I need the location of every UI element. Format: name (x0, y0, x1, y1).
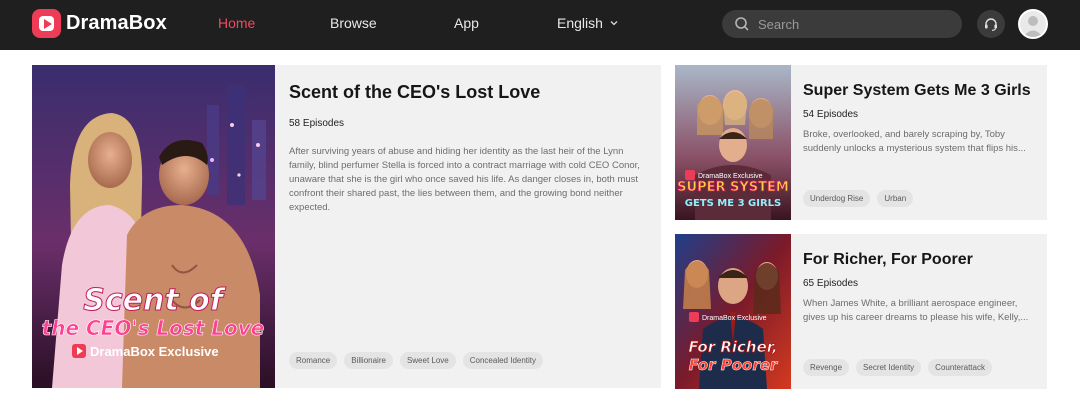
tag-concealed-identity[interactable]: Concealed Identity (462, 352, 544, 369)
brand-name: DramaBox (66, 12, 167, 34)
tag-secret-identity[interactable]: Secret Identity (856, 359, 922, 376)
drama-title[interactable]: Super System Gets Me 3 Girls (803, 82, 1031, 100)
drama-poster[interactable]: DramaBox Exclusive SUPER SYSTEM GETS ME … (675, 65, 791, 220)
tag-list: Underdog Rise Urban (803, 190, 920, 207)
poster-title-line1: SUPER SYSTEM (677, 180, 789, 195)
brand-logo[interactable]: DramaBox (32, 9, 167, 38)
drama-title[interactable]: Scent of the CEO's Lost Love (289, 82, 540, 103)
poster-title-line1: For Richer, (688, 338, 777, 356)
poster-title-line2: GETS ME 3 GIRLS (685, 198, 781, 209)
tag-list: Romance Billionaire Sweet Love Concealed… (289, 352, 550, 369)
episode-count: 58 Episodes (289, 118, 345, 129)
chevron-down-icon (610, 21, 618, 26)
top-navigation-bar: DramaBox Home Browse App English (0, 0, 1080, 50)
drama-description: Broke, overlooked, and barely scraping b… (803, 129, 1026, 154)
featured-poster[interactable]: Scent of the CEO's Lost Love DramaBox Ex… (32, 65, 275, 388)
tag-counterattack[interactable]: Counterattack (928, 359, 992, 376)
drama-description: After surviving years of abuse and hidin… (289, 146, 640, 213)
tag-list: Revenge Secret Identity Counterattack (803, 359, 999, 376)
poster-title-line2: the CEO's Lost Love (42, 316, 265, 340)
drama-description: When James White, a brilliant aerospace … (803, 298, 1029, 323)
poster-badge: DramaBox Exclusive (698, 173, 763, 180)
tag-sweet-love[interactable]: Sweet Love (399, 352, 456, 369)
nav-browse[interactable]: Browse (330, 15, 377, 31)
tag-revenge[interactable]: Revenge (803, 359, 850, 376)
language-selector[interactable]: English (557, 15, 619, 31)
poster-image: DramaBox Exclusive SUPER SYSTEM GETS ME … (675, 65, 791, 220)
drama-card[interactable]: DramaBox Exclusive For Richer, For Poore… (675, 234, 1047, 389)
search-icon (735, 17, 749, 31)
poster-title-line1: Scent of (83, 283, 226, 318)
headset-icon (985, 18, 997, 31)
poster-badge: DramaBox Exclusive (90, 344, 219, 359)
language-label: English (557, 15, 603, 31)
search-box[interactable] (722, 10, 962, 38)
drama-title[interactable]: For Richer, For Poorer (803, 251, 973, 269)
episode-count: 65 Episodes (803, 278, 859, 289)
tag-romance[interactable]: Romance (289, 352, 338, 369)
poster-title-line2: For Poorer (689, 356, 779, 374)
poster-badge: DramaBox Exclusive (702, 315, 767, 322)
nav-home[interactable]: Home (218, 15, 255, 31)
tag-underdog-rise[interactable]: Underdog Rise (803, 190, 871, 207)
user-avatar-icon (1023, 16, 1043, 37)
poster-image: Scent of the CEO's Lost Love DramaBox Ex… (32, 65, 275, 388)
poster-image: DramaBox Exclusive For Richer, For Poore… (675, 234, 791, 389)
dramabox-logo-icon (32, 9, 61, 38)
episode-count: 54 Episodes (803, 109, 859, 120)
search-input[interactable] (758, 16, 948, 32)
tag-billionaire[interactable]: Billionaire (344, 352, 393, 369)
drama-poster[interactable]: DramaBox Exclusive For Richer, For Poore… (675, 234, 791, 389)
customer-support-button[interactable] (977, 10, 1005, 38)
drama-card[interactable]: DramaBox Exclusive SUPER SYSTEM GETS ME … (675, 65, 1047, 220)
featured-drama-card[interactable]: Scent of the CEO's Lost Love DramaBox Ex… (32, 65, 661, 388)
tag-urban[interactable]: Urban (877, 190, 914, 207)
nav-app[interactable]: App (454, 15, 479, 31)
user-avatar[interactable] (1018, 9, 1048, 39)
